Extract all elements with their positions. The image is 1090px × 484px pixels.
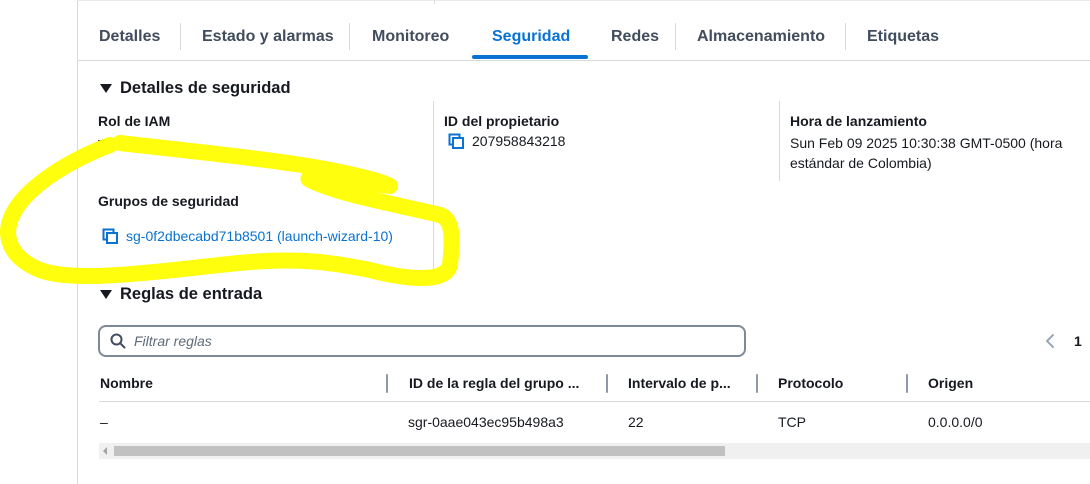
security-details-title: Detalles de seguridad — [120, 79, 291, 97]
tab-divider — [180, 23, 181, 50]
column-header-name[interactable]: Nombre — [100, 375, 153, 391]
column-resizer[interactable] — [606, 374, 608, 393]
tab-monitoreo[interactable]: Monitoreo — [372, 16, 449, 60]
copy-icon[interactable] — [102, 228, 118, 244]
column-resizer[interactable] — [756, 374, 758, 393]
tab-seguridad[interactable]: Seguridad — [492, 16, 570, 60]
security-group-link[interactable]: sg-0f2dbecabd71b8501 (launch-wizard-10) — [126, 228, 393, 244]
launch-time-label: Hora de lanzamiento — [790, 113, 927, 129]
tab-divider — [675, 23, 676, 50]
column-header-protocol[interactable]: Protocolo — [778, 375, 843, 391]
left-panel-border — [77, 0, 78, 484]
tab-almacenamiento[interactable]: Almacenamiento — [697, 16, 825, 60]
security-group-item[interactable]: sg-0f2dbecabd71b8501 (launch-wizard-10) — [102, 228, 393, 244]
security-details-toggle[interactable]: Detalles de seguridad — [100, 79, 291, 98]
column-divider — [433, 101, 434, 269]
chevron-left-icon[interactable] — [1041, 330, 1059, 352]
iam-role-label: Rol de IAM — [98, 113, 171, 129]
tab-redes[interactable]: Redes — [611, 16, 659, 60]
cell-name: – — [100, 414, 108, 430]
top-divider-tick — [434, 0, 435, 4]
table-header-divider — [99, 401, 1090, 402]
tab-estado-y-alarmas[interactable]: Estado y alarmas — [202, 16, 334, 60]
caret-down-icon — [100, 84, 112, 93]
tab-etiquetas[interactable]: Etiquetas — [867, 16, 939, 60]
tab-divider — [845, 23, 846, 50]
scrollbar-thumb[interactable] — [114, 446, 725, 456]
column-header-port-range[interactable]: Intervalo de p... — [628, 375, 731, 391]
page-number[interactable]: 1 — [1074, 333, 1082, 349]
filter-rules-input[interactable] — [134, 333, 714, 349]
owner-id-copy[interactable]: 207958843218 — [448, 133, 565, 149]
column-resizer[interactable] — [906, 374, 908, 393]
top-border — [77, 0, 1090, 1]
copy-icon[interactable] — [448, 133, 464, 149]
active-tab-indicator — [472, 55, 588, 59]
filter-rules-box[interactable] — [98, 325, 746, 357]
column-header-rule-id[interactable]: ID de la regla del grupo ... — [409, 375, 579, 391]
cell-rule-id: sgr-0aae043ec95b498a3 — [408, 414, 564, 430]
column-header-source[interactable]: Origen — [928, 375, 973, 391]
security-groups-label: Grupos de seguridad — [98, 193, 239, 209]
tab-detalles[interactable]: Detalles — [99, 16, 160, 60]
column-resizer[interactable] — [386, 374, 388, 393]
scroll-left-arrow-icon[interactable] — [103, 447, 107, 455]
column-divider — [779, 101, 780, 181]
search-icon — [110, 333, 126, 349]
horizontal-scrollbar[interactable] — [99, 443, 1090, 459]
iam-role-value: – — [98, 131, 106, 147]
inbound-rules-toggle[interactable]: Reglas de entrada — [100, 285, 262, 304]
cell-protocol: TCP — [778, 414, 806, 430]
inbound-rules-title: Reglas de entrada — [120, 285, 263, 303]
owner-id-value: 207958843218 — [472, 133, 566, 149]
tab-divider — [349, 23, 350, 50]
launch-time-value: Sun Feb 09 2025 10:30:38 GMT-0500 (hora … — [790, 135, 1063, 171]
caret-down-icon — [100, 290, 112, 299]
owner-id-label: ID del propietario — [444, 113, 560, 129]
cell-port-range: 22 — [628, 414, 644, 430]
cell-source: 0.0.0.0/0 — [928, 414, 983, 430]
